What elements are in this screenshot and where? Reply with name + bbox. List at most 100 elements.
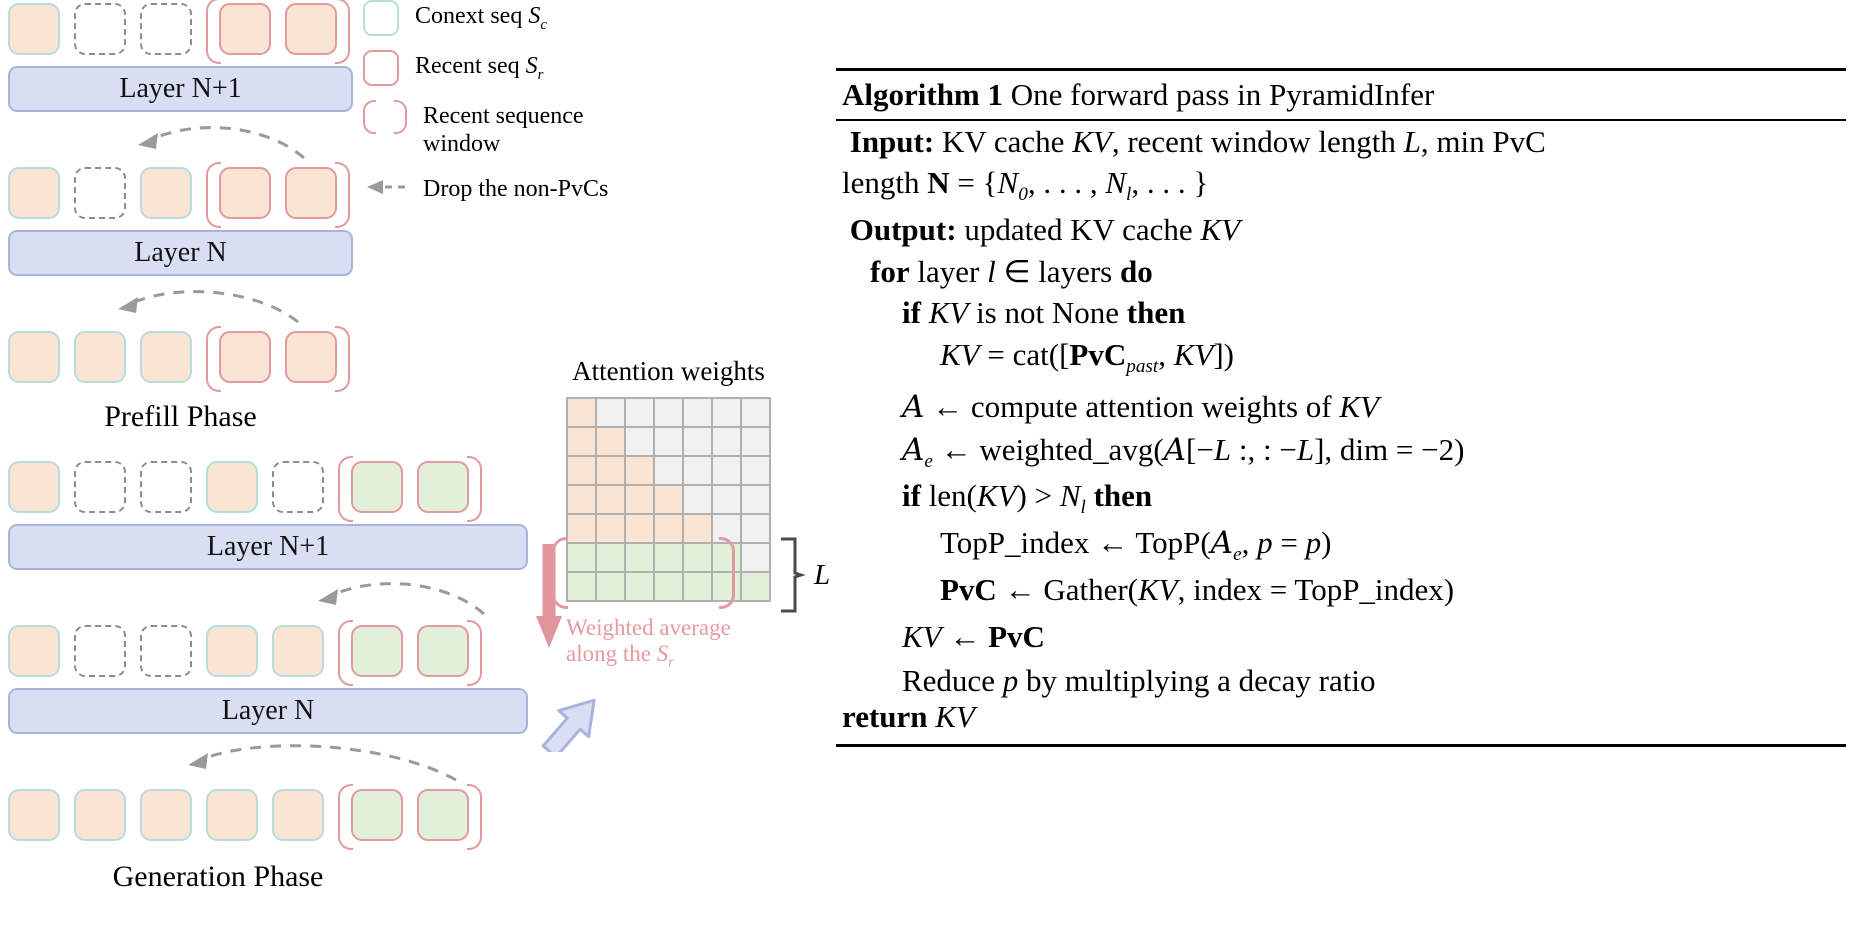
layer-bar-label: Layer N+1 [119,73,242,104]
attention-heatmap-cell [653,484,684,515]
token-context [8,3,60,55]
pyramidinfer-figure: Layer N+1 Layer N Prefill Phase Conext s… [0,0,1862,942]
token-recent [219,167,271,219]
token-recent [285,167,337,219]
legend-label: Drop the non-PvCs [423,175,609,202]
weighted-average-line2: along the Sr [566,641,674,672]
token-context [8,625,60,677]
attention-weights-panel: Attention weights L Weighted average alo… [552,356,830,671]
drop-arrow-icon [318,582,485,616]
algorithm-line-kv-pvc: KV ← PvC [902,618,1045,654]
legend: Conext seq Sc Recent seq Sr Recent seque… [363,0,693,217]
context-token-swatch-icon [363,0,399,36]
token-context [272,789,324,841]
recent-window-bracket-right [719,537,735,609]
recent-window-bracket [206,0,350,64]
algorithm-block: Algorithm 1 One forward pass in PyramidI… [836,68,1846,747]
attention-heatmap-cell [711,426,742,457]
attention-heatmap-cell [595,484,626,515]
attention-heatmap-cell [653,513,684,544]
prefill-row-bottom [8,326,353,392]
legend-label: Recent sequence window [423,103,584,158]
algorithm-title: One forward pass in PyramidInfer [1003,77,1435,112]
prefill-layer-bar-top: Layer N+1 [8,66,353,112]
generation-row-top [8,456,528,522]
token-dropped [140,3,192,55]
attention-heatmap-cell [624,571,655,602]
weighted-average-caption: Weighted average along the Sr [566,615,771,671]
attention-heatmap-cell [740,542,771,573]
prefill-row-mid [8,162,353,228]
token-recent [285,331,337,383]
attention-heatmap-cell [624,455,655,486]
token-context [206,461,258,513]
algorithm-line-length: length N = {N0, . . . , Nl, . . . } [842,165,1209,206]
layer-bar-label: Layer N [221,695,315,726]
attention-heatmap-cell [653,397,684,428]
recent-window-bracket [338,456,482,522]
token-context [206,789,258,841]
legend-item-drop: Drop the non-PvCs [363,173,693,203]
token-context [74,331,126,383]
legend-item-context: Conext seq Sc [363,0,693,36]
token-recent [219,331,271,383]
algorithm-line-for: for layer l ∈ layers do [870,253,1153,289]
dashed-arrow-icon [363,173,407,203]
token-context [272,625,324,677]
legend-item-recent: Recent seq Sr [363,50,693,86]
token-recent-generated [351,789,403,841]
algorithm-line-if-kv: if KV is not None then [902,295,1186,331]
feedback-up-arrow-icon [541,698,596,752]
attention-heatmap-cell [566,542,597,573]
algorithm-rule-bottom [836,743,1846,747]
attention-heatmap-cell [682,542,713,573]
recent-window-bracket-swatch-icon [363,100,407,134]
attention-heatmap-cell [566,571,597,602]
algorithm-heading: Algorithm 1 One forward pass in PyramidI… [836,71,1846,119]
attention-heatmap-cell [595,542,626,573]
attention-heatmap-cell [566,513,597,544]
token-dropped [140,461,192,513]
weighted-average-line1: Weighted average [566,615,731,640]
attention-heatmap-cell [653,455,684,486]
token-context [8,331,60,383]
token-context [8,461,60,513]
token-context [74,789,126,841]
algorithm-line-pvc: PvC ← Gather(KV, index = TopP_index) [940,571,1455,607]
attention-heatmap-cell [624,513,655,544]
attention-heatmap-row [566,455,771,486]
generation-layer-bar-top: Layer N+1 [8,524,528,570]
token-context [140,331,192,383]
recent-window-bracket [338,620,482,686]
attention-heatmap-cell [653,571,684,602]
token-recent [285,3,337,55]
attention-heatmap-cell [566,397,597,428]
recent-window-bracket [338,784,482,850]
algorithm-line-input: Input: KV cache KV, recent window length… [849,123,1546,159]
token-dropped [74,3,126,55]
prefill-layer-bar-bottom: Layer N [8,230,353,276]
generation-row-mid [8,620,528,686]
attention-heatmap-cell [711,397,742,428]
generation-row-bottom [8,784,528,850]
window-length-label: L [814,559,831,591]
attention-heatmap-cell [624,484,655,515]
attention-heatmap-cell [566,455,597,486]
prefill-arrow-upper-slot [8,112,353,164]
token-dropped [74,167,126,219]
algorithm-line-topp: TopP_index ← TopP(Ae, p = p) [940,525,1332,566]
attention-heatmap-cell [711,455,742,486]
attention-heatmap-cell [595,397,626,428]
attention-heatmap-row [566,397,771,428]
attention-heatmap-cell [653,426,684,457]
attention-heatmap-cell [740,426,771,457]
attention-heatmap-cell [624,542,655,573]
attention-heatmap-cell [595,426,626,457]
attention-heatmap-row [566,513,771,544]
attention-heatmap-cell [595,513,626,544]
token-recent-generated [351,625,403,677]
attention-heatmap-cell [653,542,684,573]
attention-heatmap-cell [682,513,713,544]
generation-phase-panel: Layer N+1 Layer N Generation Phase [8,456,528,894]
token-context [140,789,192,841]
